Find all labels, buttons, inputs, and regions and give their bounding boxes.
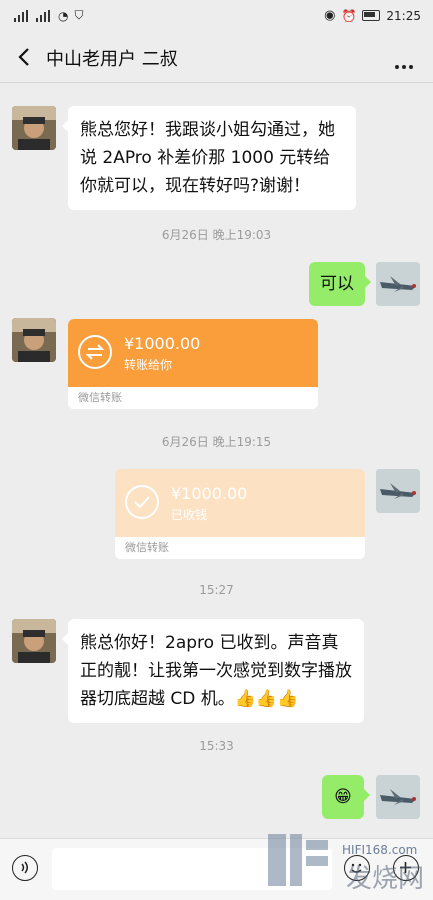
battery-icon	[362, 10, 381, 21]
message-bubble-incoming[interactable]: 熊总您好！我跟谈小姐勾通过，她说 2APro 补差价那 1000 元转给你就可以…	[62, 106, 356, 210]
transfer-status: 已收钱	[171, 508, 208, 522]
contact-avatar[interactable]	[12, 619, 56, 663]
transfer-card-body: ¥1000.00 已收钱	[115, 469, 365, 537]
transfer-status: 转账给你	[124, 358, 173, 372]
status-bar: ◔ ⛉ ◉ ⏰ 21:25	[0, 0, 433, 32]
transfer-amount: ¥1000.00	[124, 334, 201, 353]
signal-icon	[14, 9, 30, 22]
message-bubble-outgoing[interactable]: 可以	[309, 262, 371, 306]
contact-avatar[interactable]	[12, 106, 56, 150]
transfer-card[interactable]: ¥1000.00 转账给你 微信转账	[68, 319, 318, 409]
message-bubble-incoming[interactable]: 熊总你好！2apro 已收到。声音真正的靓！让我第一次感觉到数字播放器切底超越 …	[62, 619, 364, 723]
transfer-footer: 微信转账	[115, 537, 365, 559]
transfer-card-received[interactable]: ¥1000.00 已收钱 微信转账	[115, 469, 365, 559]
message-bubble-outgoing[interactable]: 😁	[322, 775, 370, 819]
message-text: 熊总你好！2apro 已收到。声音真正的靓！让我第一次感觉到数字播放器切底超越 …	[80, 633, 352, 709]
timestamp: 6月26日 晚上19:03	[161, 228, 272, 242]
contact-avatar[interactable]	[12, 318, 56, 362]
transfer-arrows-icon	[78, 335, 112, 369]
watermark-text: 发烧网	[346, 864, 425, 894]
status-left: ◔ ⛉	[14, 8, 84, 23]
chat-title: 中山老用户 二叔	[46, 49, 178, 70]
timestamp: 15:27	[199, 583, 234, 597]
eye-icon: ◉	[324, 8, 336, 23]
status-time: 21:25	[386, 8, 421, 23]
transfer-footer: 微信转账	[68, 387, 318, 409]
transfer-card-body: ¥1000.00 转账给你	[68, 319, 318, 387]
wifi-icon: ◔	[58, 8, 69, 23]
my-avatar[interactable]	[376, 775, 420, 819]
message-text: 可以	[320, 274, 354, 294]
alarm-icon: ⏰	[341, 8, 357, 23]
voice-input-icon[interactable]	[12, 855, 38, 881]
back-arrow-icon[interactable]	[14, 46, 36, 68]
timestamp: 6月26日 晚上19:15	[161, 435, 272, 449]
timestamp: 15:33	[199, 739, 234, 753]
check-icon	[125, 485, 159, 519]
status-right: ◉ ⏰ 21:25	[324, 8, 421, 23]
my-avatar[interactable]	[376, 469, 420, 513]
message-text: 熊总您好！我跟谈小姐勾通过，她说 2APro 补差价那 1000 元转给你就可以…	[80, 120, 335, 196]
shield-status-icon: ⛉	[74, 8, 84, 22]
grin-emoji: 😁	[334, 787, 352, 807]
chat-header: 中山老用户 二叔	[0, 32, 433, 83]
transfer-amount: ¥1000.00	[171, 484, 248, 503]
more-options-icon[interactable]	[392, 54, 413, 73]
watermark-url: HIFI168.com	[342, 843, 418, 857]
my-avatar[interactable]	[376, 262, 420, 306]
signal-icon-2	[36, 9, 52, 22]
